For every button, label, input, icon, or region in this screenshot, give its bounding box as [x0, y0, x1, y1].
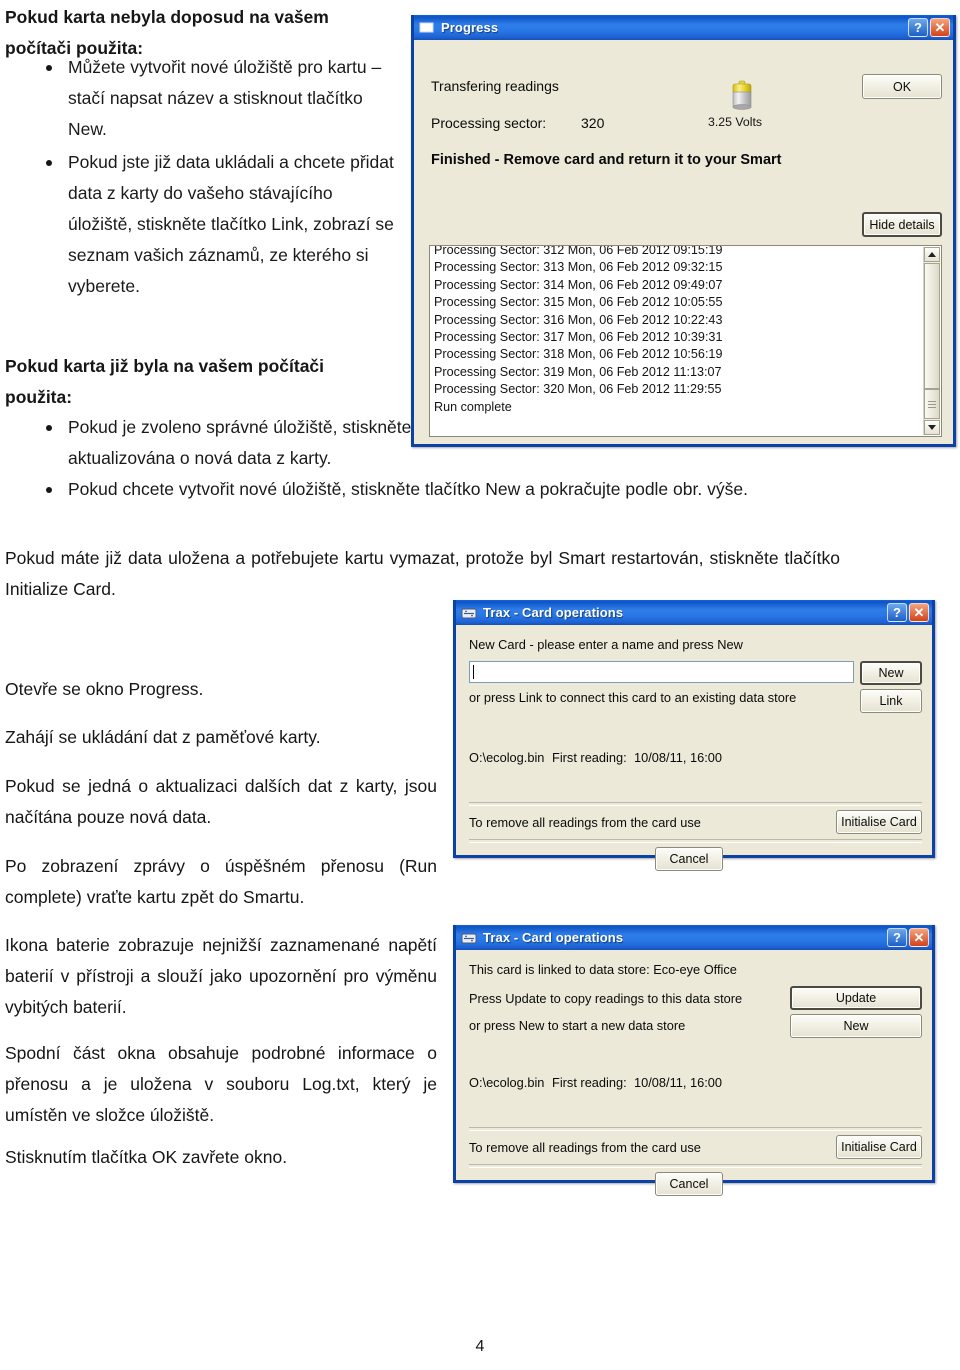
list-item: Pokud chcete vytvořit nové úložiště, sti…	[30, 474, 820, 505]
page-number: 4	[475, 1338, 485, 1355]
remove-readings-label: To remove all readings from the card use	[469, 815, 701, 830]
log-line: Processing Sector: 317 Mon, 06 Feb 2012 …	[434, 330, 723, 345]
divider-bottom	[469, 1164, 922, 1168]
link-prompt: or press Link to connect this card to an…	[469, 690, 797, 705]
divider-top	[469, 802, 922, 806]
update-prompt: Press Update to copy readings to this da…	[469, 991, 743, 1006]
paragraph-run-complete: Po zobrazení zprávy o úspěšném přenosu (…	[5, 856, 437, 907]
help-icon[interactable]: ?	[887, 603, 907, 622]
new-button[interactable]: New	[860, 661, 922, 685]
progress-dialog: Progress ? ✕ Transfering readings Proces…	[411, 15, 956, 447]
log-line: Processing Sector: 318 Mon, 06 Feb 2012 …	[434, 347, 723, 362]
log-line: Processing Sector: 320 Mon, 06 Feb 2012 …	[434, 382, 722, 397]
help-icon[interactable]: ?	[908, 18, 928, 37]
new-card-prompt: New Card - please enter a name and press…	[469, 637, 743, 652]
log-line: Processing Sector: 319 Mon, 06 Feb 2012 …	[434, 364, 722, 379]
trax-new-client-area: New Card - please enter a name and press…	[456, 625, 932, 871]
progress-window-icon	[419, 22, 434, 32]
bullet-list-card-not-used: Můžete vytvořit nové úložiště pro kartu …	[30, 52, 400, 302]
initialise-card-button[interactable]: Initialise Card	[836, 1135, 922, 1159]
linked-data-store-label: This card is linked to data store: Eco-e…	[469, 962, 737, 977]
divider-top	[469, 1127, 922, 1131]
log-line: Processing Sector: 314 Mon, 06 Feb 2012 …	[434, 277, 723, 292]
trax-linked-client-area: This card is linked to data store: Eco-e…	[456, 950, 932, 1196]
cancel-button[interactable]: Cancel	[655, 847, 723, 871]
progress-title-text: Progress	[441, 20, 499, 35]
scrollbar-thumb[interactable]	[924, 389, 940, 419]
help-icon[interactable]: ?	[887, 928, 907, 947]
first-reading-label: First reading:	[552, 750, 627, 765]
progress-titlebar: Progress ? ✕	[414, 15, 953, 40]
log-line: Processing Sector: 312 Mon, 06 Feb 2012 …	[434, 245, 723, 257]
close-icon[interactable]: ✕	[930, 18, 950, 37]
trax-new-title-text: Trax - Card operations	[483, 605, 624, 620]
scroll-down-icon[interactable]	[924, 420, 940, 435]
processing-sector-value: 320	[581, 115, 605, 131]
progress-client-area: Transfering readings Processing sector: …	[414, 40, 953, 444]
list-item: Pokud jste již data ukládali a chcete př…	[30, 147, 400, 302]
file-path-label: O:\ecolog.bin	[469, 1075, 545, 1090]
ok-button[interactable]: OK	[862, 74, 942, 99]
trax-linked-titlebar-buttons: ? ✕	[887, 928, 929, 947]
heading-card-already-used: Pokud karta již byla na vašem počítači p…	[5, 356, 325, 407]
text-caret	[473, 665, 474, 679]
progress-log-rows: Processing Sector: 312 Mon, 06 Feb 2012 …	[434, 245, 921, 416]
paragraph-log-file: Spodní část okna obsahuje podrobné infor…	[5, 1043, 437, 1125]
close-icon[interactable]: ✕	[909, 603, 929, 622]
cancel-button[interactable]: Cancel	[655, 1172, 723, 1196]
first-reading-value: 10/08/11, 16:00	[634, 1075, 722, 1090]
finished-message: Finished - Remove card and return it to …	[431, 152, 782, 168]
first-reading-value: 10/08/11, 16:00	[634, 750, 722, 765]
initialise-card-button[interactable]: Initialise Card	[836, 810, 922, 834]
paragraph-battery-icon: Ikona baterie zobrazuje nejnižší zazname…	[5, 935, 437, 1017]
new-store-prompt: or press New to start a new data store	[469, 1018, 686, 1033]
trax-linked-title-text: Trax - Card operations	[483, 930, 624, 945]
log-line: Processing Sector: 316 Mon, 06 Feb 2012 …	[434, 312, 723, 327]
trax-linked-titlebar: Trax - Card operations ? ✕	[456, 925, 932, 950]
battery-voltage-label: 3.25 Volts	[708, 115, 763, 129]
hide-details-button[interactable]: Hide details	[862, 212, 942, 237]
scrollbar-track[interactable]	[924, 263, 940, 389]
processing-sector-label: Processing sector:	[431, 115, 547, 131]
close-icon[interactable]: ✕	[909, 928, 929, 947]
paragraph-update-data: Pokud se jedná o aktualizaci dalších dat…	[5, 776, 437, 827]
trax-window-icon	[461, 608, 477, 618]
update-button[interactable]: Update	[790, 986, 922, 1010]
trax-new-card-dialog: Trax - Card operations ? ✕ New Card - pl…	[453, 600, 935, 871]
trax-linked-card-dialog: Trax - Card operations ? ✕ This card is …	[453, 925, 935, 1196]
paragraph-progress-window: Otevře se okno Progress.	[5, 679, 204, 699]
card-name-input[interactable]	[469, 661, 854, 683]
trax-new-titlebar-buttons: ? ✕	[887, 603, 929, 622]
divider-bottom	[469, 839, 922, 843]
progress-log-list[interactable]: Processing Sector: 312 Mon, 06 Feb 2012 …	[429, 245, 942, 437]
paragraph-initialize-card: Pokud máte již data uložena a potřebujet…	[5, 548, 840, 599]
list-item: Můžete vytvořit nové úložiště pro kartu …	[30, 52, 400, 145]
progress-titlebar-buttons: ? ✕	[908, 18, 950, 37]
file-path-label: O:\ecolog.bin	[469, 750, 545, 765]
remove-readings-label: To remove all readings from the card use	[469, 1140, 701, 1155]
log-line: Processing Sector: 313 Mon, 06 Feb 2012 …	[434, 260, 723, 275]
paragraph-ok-button: Stisknutím tlačítka OK zavřete okno.	[5, 1147, 288, 1167]
battery-icon	[732, 80, 752, 110]
log-line: Run complete	[434, 399, 512, 414]
scroll-up-icon[interactable]	[924, 247, 940, 262]
log-scrollbar[interactable]	[923, 247, 940, 435]
transfering-readings-label: Transfering readings	[431, 78, 559, 94]
trax-new-titlebar: Trax - Card operations ? ✕	[456, 600, 932, 625]
trax-window-icon	[461, 933, 477, 943]
new-button[interactable]: New	[790, 1014, 922, 1038]
paragraph-saving-data: Zahájí se ukládání dat z paměťové karty.	[5, 727, 321, 747]
first-reading-label: First reading:	[552, 1075, 627, 1090]
log-line: Processing Sector: 315 Mon, 06 Feb 2012 …	[434, 295, 723, 310]
link-button[interactable]: Link	[860, 689, 922, 713]
